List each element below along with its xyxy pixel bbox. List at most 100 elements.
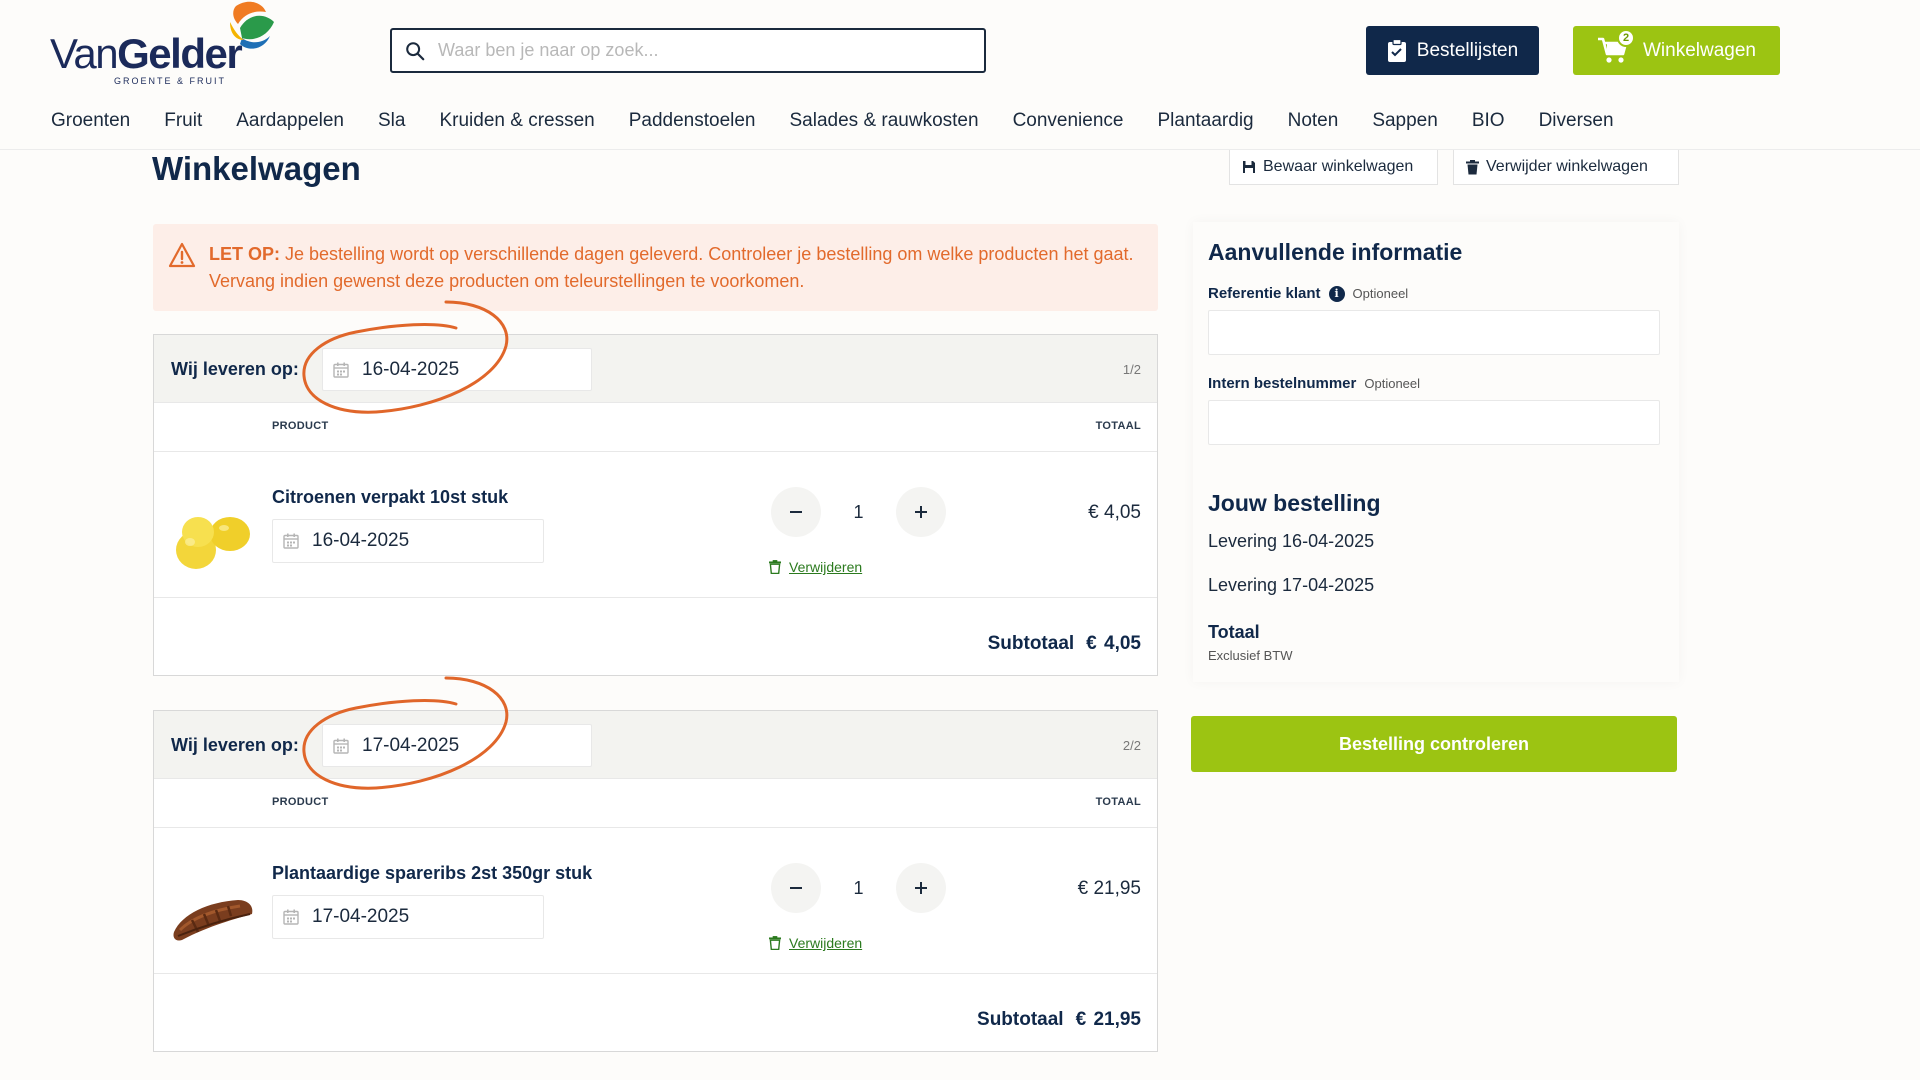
reference-input[interactable] [1208,310,1660,355]
save-cart-label: Bewaar winkelwagen [1263,158,1414,175]
calendar-icon [283,909,299,925]
order-sidebar: Aanvullende informatie Referentie klant … [1193,222,1679,682]
divider [154,827,1157,828]
nav-item-salades[interactable]: Salades & rauwkosten [790,110,979,132]
order-line: Levering 17-04-2025 [1208,575,1375,595]
nav-item-sla[interactable]: Sla [378,110,405,132]
nav-item-bio[interactable]: BIO [1472,110,1505,132]
brand-tagline: GROENTE & FRUIT [114,76,227,86]
clipboard-icon [1387,38,1406,62]
delivery-date-value: 17-04-2025 [362,734,460,756]
trash-icon [769,936,781,950]
delivery-header: Wij leveren op: 17-04-2025 2/2 [154,711,1157,779]
page-title: Winkelwagen [152,150,361,187]
delete-cart-button[interactable]: Verwijder winkelwagen [1453,150,1679,185]
column-header-product: PRODUCT [272,796,329,808]
quantity-stepper: 1 [771,487,946,537]
save-cart-button[interactable]: Bewaar winkelwagen [1229,150,1438,185]
delivery-page-indicator: 1/2 [1122,362,1141,377]
remove-product-link[interactable]: Verwijderen [769,559,862,575]
delivery-subtotal: Subtotaal € 21,95 [977,1009,1141,1030]
remove-product-label: Verwijderen [789,559,863,575]
site-header: VanGelder GROENTE & FRUIT Bestellijsten … [0,0,1920,150]
increase-quantity-button[interactable] [895,863,946,913]
product-date-picker[interactable]: 17-04-2025 [272,895,544,939]
nav-item-plantaardig[interactable]: Plantaardig [1157,110,1253,132]
product-total-price: € 21,95 [1077,878,1141,899]
product-name[interactable]: Plantaardige spareribs 2st 350gr stuk [272,863,592,884]
cart-button[interactable]: 2 Winkelwagen [1573,26,1780,75]
product-date-value: 17-04-2025 [312,906,410,927]
order-total-label: Totaal [1208,622,1260,642]
nav-item-groenten[interactable]: Groenten [51,110,130,132]
check-order-button[interactable]: Bestelling controleren [1191,716,1677,772]
vat-note: Exclusief BTW [1208,648,1293,663]
your-order-title: Jouw bestelling [1208,490,1381,516]
product-total-price: € 4,05 [1088,502,1141,523]
delivery-label: Wij leveren op: [171,359,299,379]
delivery-date-picker[interactable]: 17-04-2025 [322,724,592,767]
warning-text: LET OP: Je bestelling wordt op verschill… [209,244,1134,291]
divider [154,597,1157,598]
delivery-label: Wij leveren op: [171,735,299,755]
delivery-date-picker[interactable]: 16-04-2025 [322,348,592,391]
logo-leaf-icon [230,1,274,49]
product-image-spareribs [173,900,253,941]
nav-item-aardappelen[interactable]: Aardappelen [236,110,344,132]
decrease-quantity-button[interactable] [771,487,821,537]
increase-quantity-button[interactable] [895,487,946,537]
remove-product-link[interactable]: Verwijderen [769,935,862,951]
nav-item-sappen[interactable]: Sappen [1372,110,1438,132]
minus-icon [790,511,802,513]
column-header-product: PRODUCT [272,420,329,432]
plus-icon [914,506,927,518]
calendar-icon [283,533,299,549]
trash-icon [769,560,781,574]
delete-cart-label: Verwijder winkelwagen [1486,158,1648,175]
product-date-value: 16-04-2025 [312,530,410,551]
divider [154,451,1157,452]
reference-field-label: Referentie klant i Optioneel [1208,285,1409,302]
delivery-page-indicator: 2/2 [1122,738,1141,753]
search-input[interactable] [438,40,958,61]
minus-icon [790,887,802,889]
order-line: Levering 16-04-2025 [1208,531,1375,551]
quantity-value[interactable]: 1 [853,502,863,523]
delivery-header: Wij leveren op: 16-04-2025 1/2 [154,335,1157,403]
divider [154,973,1157,974]
product-date-picker[interactable]: 16-04-2025 [272,519,544,563]
delivery-block: Wij leveren op: 17-04-2025 2/2 PRODUCT T… [153,710,1158,1052]
brand-logo[interactable]: VanGelder GROENTE & FRUIT [50,0,280,90]
order-lists-button[interactable]: Bestellijsten [1366,26,1539,75]
nav-item-kruiden[interactable]: Kruiden & cressen [439,110,594,132]
quantity-stepper: 1 [771,863,946,913]
internal-order-number-input[interactable] [1208,400,1660,445]
decrease-quantity-button[interactable] [771,863,821,913]
nav-item-fruit[interactable]: Fruit [164,110,202,132]
nav-item-noten[interactable]: Noten [1288,110,1339,132]
nav-item-diversen[interactable]: Diversen [1539,110,1614,132]
remove-product-label: Verwijderen [789,935,863,951]
nav-item-convenience[interactable]: Convenience [1013,110,1124,132]
search-icon [406,41,425,60]
trash-icon [1466,159,1479,174]
calendar-icon [333,738,349,754]
nav-item-paddenstoelen[interactable]: Paddenstoelen [629,110,756,132]
cart-label: Winkelwagen [1643,39,1756,61]
category-nav: Groenten Fruit Aardappelen Sla Kruiden &… [51,110,1648,132]
delivery-date-value: 16-04-2025 [362,358,460,380]
quantity-value[interactable]: 1 [853,878,863,899]
cart-icon-wrap: 2 [1597,28,1635,65]
floppy-disk-icon [1243,161,1255,173]
plus-icon [914,882,927,894]
delivery-subtotal: Subtotaal € 4,05 [987,633,1141,654]
internal-order-number-label: Intern bestelnummer Optioneel [1208,375,1421,392]
product-name[interactable]: Citroenen verpakt 10st stuk [272,487,508,508]
info-icon[interactable]: i [1328,285,1345,302]
order-lists-label: Bestellijsten [1416,39,1519,61]
delivery-block: Wij leveren op: 16-04-2025 1/2 PRODUCT T… [153,334,1158,676]
search-bar [390,28,986,73]
warning-icon [168,242,196,268]
brand-wordmark: VanGelder [50,30,243,77]
delivery-warning: LET OP: Je bestelling wordt op verschill… [153,224,1158,311]
